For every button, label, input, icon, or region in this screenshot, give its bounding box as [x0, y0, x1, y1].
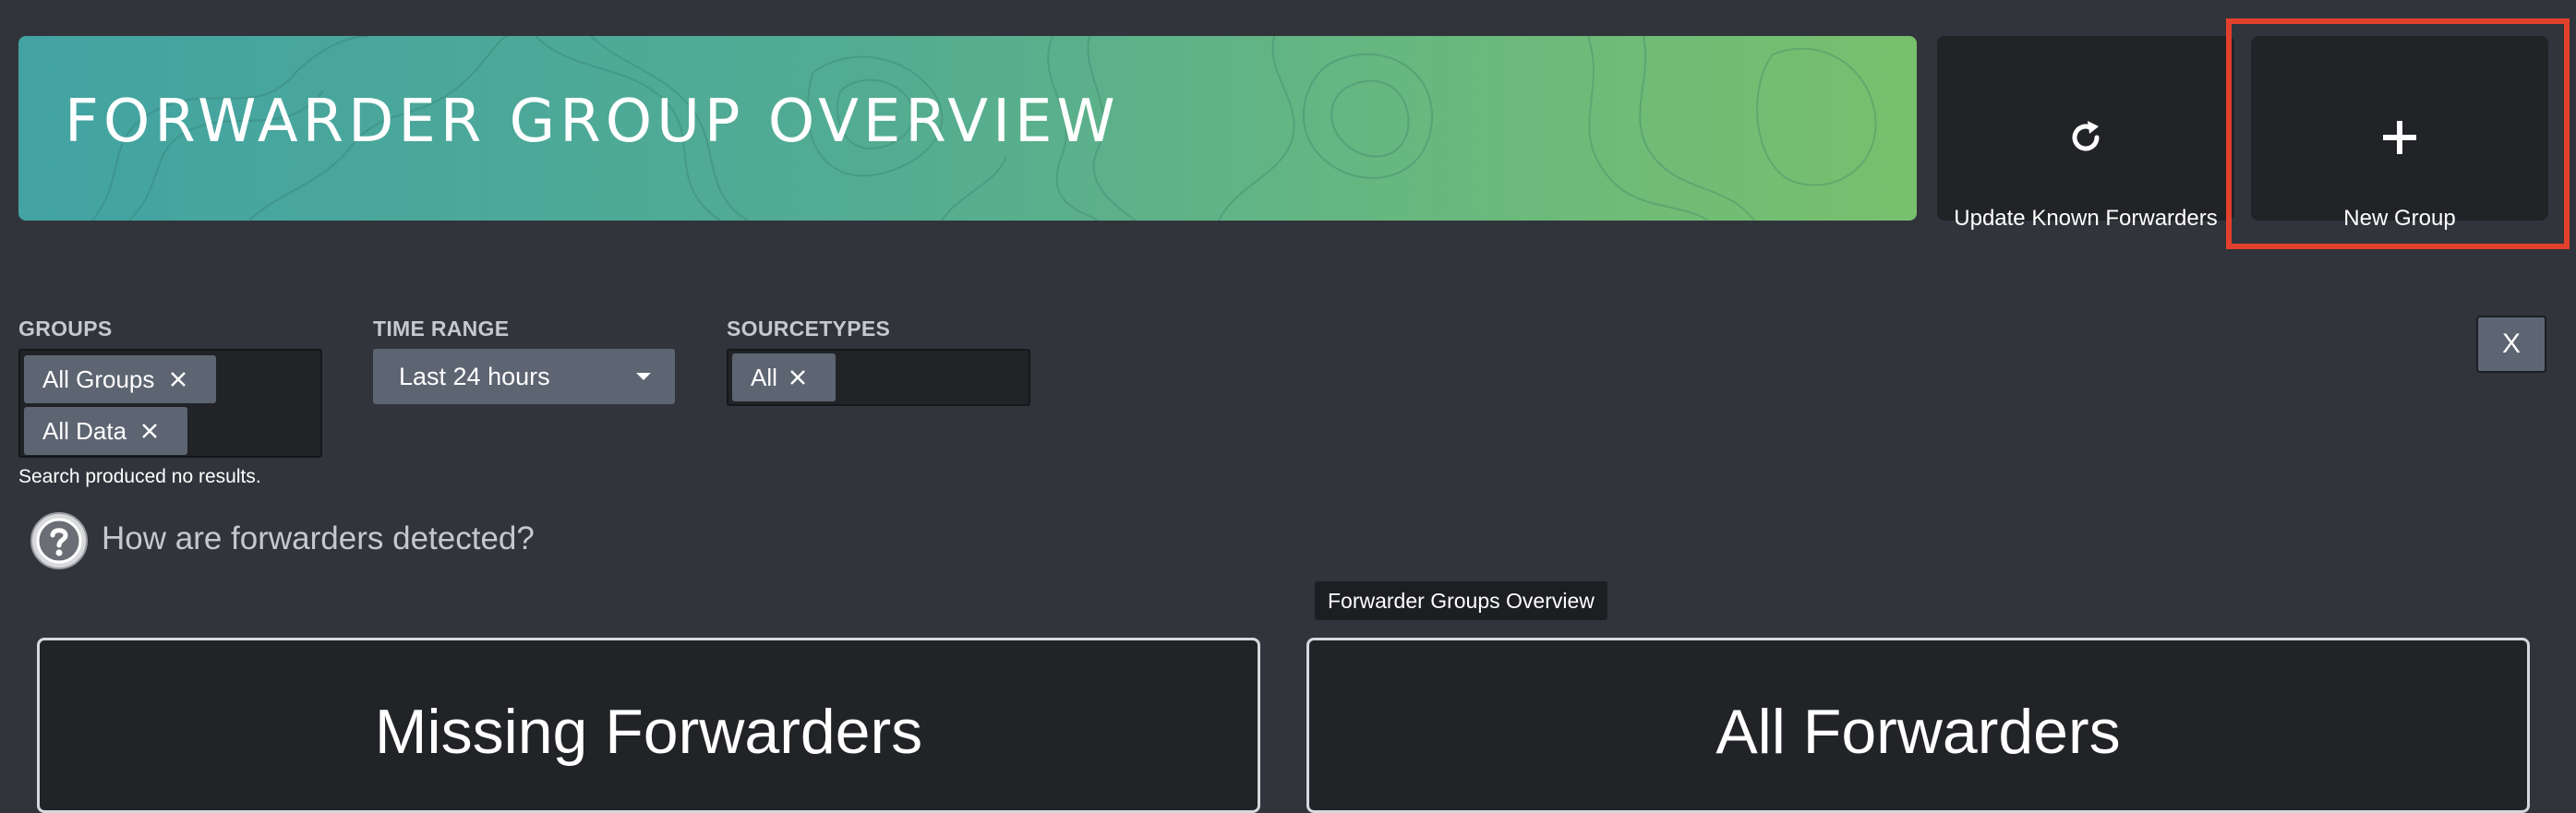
sourcetypes-chip: All [732, 353, 836, 401]
chip-label: All Data [42, 417, 127, 445]
groups-chip: All Data [24, 407, 187, 455]
all-forwarders-panel[interactable]: All Forwarders [1306, 638, 2530, 813]
no-results-message: Search produced no results. [18, 466, 261, 487]
time-range-value: Last 24 hours [399, 363, 550, 390]
plus-icon [2251, 117, 2548, 158]
chip-label: All Groups [42, 365, 155, 393]
remove-chip-icon[interactable] [789, 369, 806, 386]
time-range-dropdown[interactable]: Last 24 hours [373, 349, 675, 404]
question-circle-icon[interactable] [30, 511, 89, 570]
panel-title: All Forwarders [1715, 697, 2121, 767]
forwarder-detection-help-link[interactable]: How are forwarders detected? [102, 520, 535, 557]
time-range-filter-label: TIME RANGE [373, 317, 510, 341]
groups-multiselect[interactable]: All Groups All Data [18, 349, 322, 458]
new-group-button[interactable]: New Group [2251, 36, 2548, 231]
clear-filters-button[interactable]: X [2476, 316, 2546, 373]
update-known-forwarders-label: Update Known Forwarders [1954, 206, 2218, 231]
sourcetypes-multiselect[interactable]: All [727, 349, 1030, 406]
chip-label: All [751, 364, 777, 391]
missing-forwarders-panel[interactable]: Missing Forwarders [37, 638, 1260, 813]
panel-title: Missing Forwarders [374, 697, 923, 767]
groups-filter-label: GROUPS [18, 317, 113, 341]
refresh-icon [1937, 117, 2234, 158]
new-group-label: New Group [2343, 206, 2456, 231]
header-banner: FORWARDER GROUP OVERVIEW [18, 36, 1917, 221]
groups-chip: All Groups [24, 355, 216, 403]
update-known-forwarders-button[interactable]: Update Known Forwarders [1937, 36, 2234, 231]
tooltip: Forwarder Groups Overview [1315, 581, 1607, 620]
caret-down-icon [636, 373, 651, 380]
remove-chip-icon[interactable] [170, 371, 187, 388]
sourcetypes-filter-label: SOURCETYPES [727, 317, 891, 341]
remove-chip-icon[interactable] [141, 423, 158, 439]
page-title: FORWARDER GROUP OVERVIEW [65, 88, 1120, 156]
